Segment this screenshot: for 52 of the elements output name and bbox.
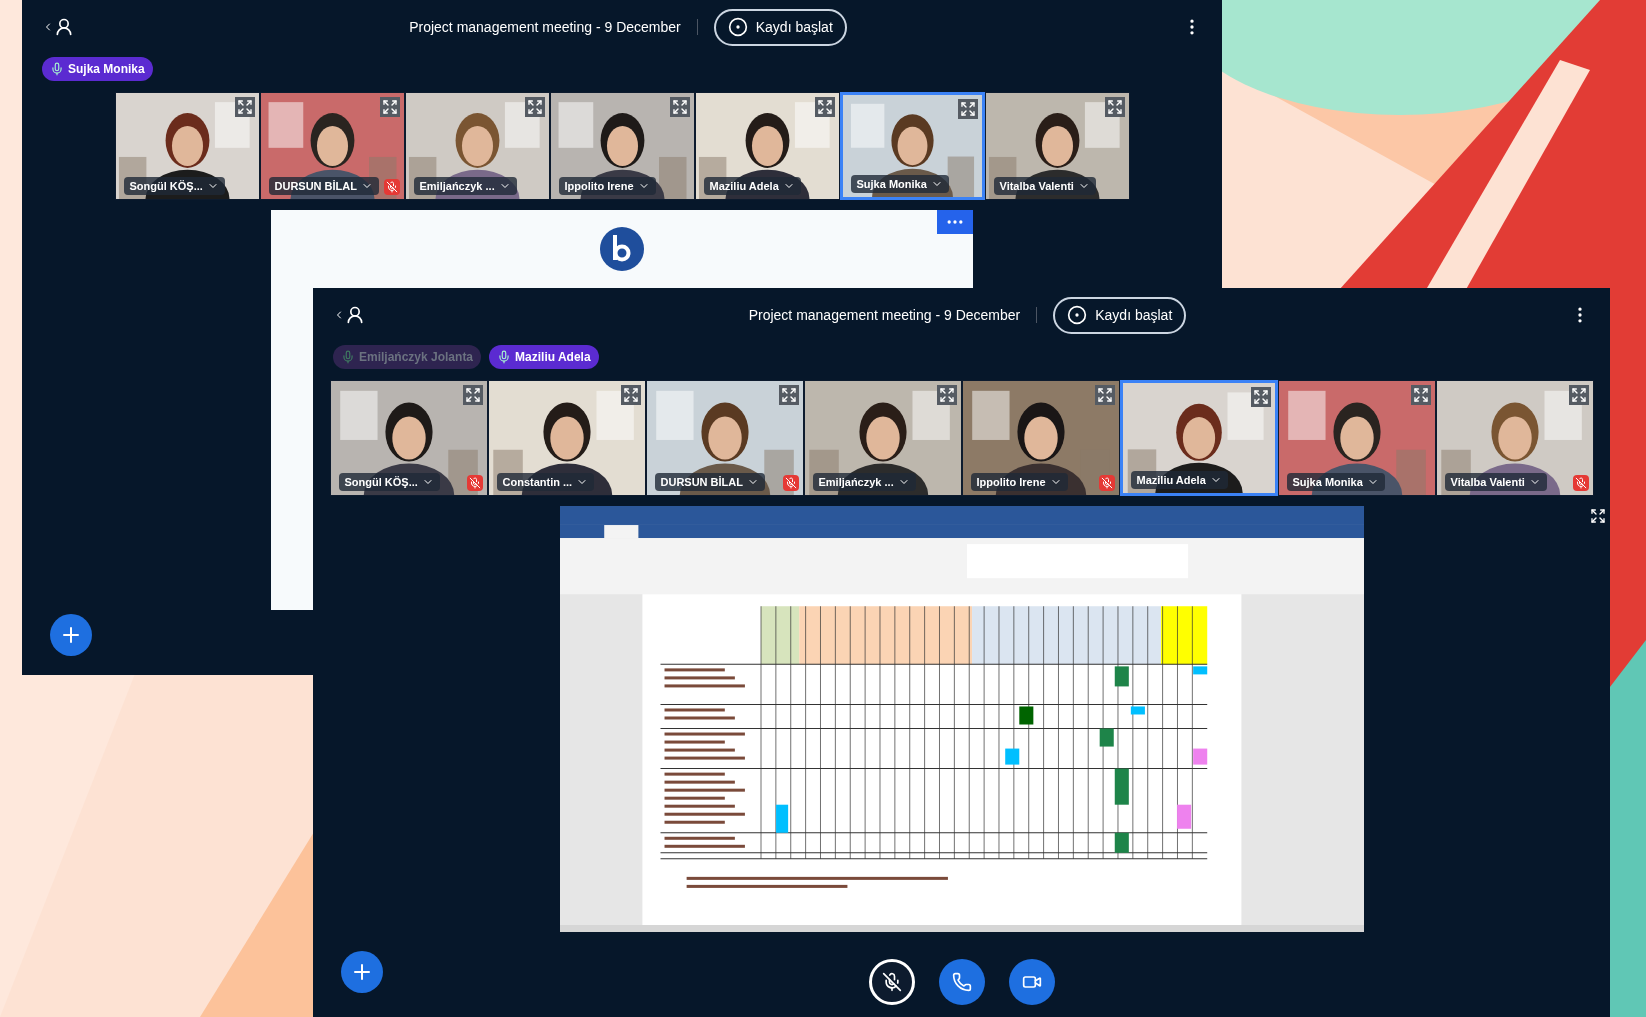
talker-name: Sujka Monika [68, 61, 145, 78]
talker-name: Maziliu Adela [515, 349, 591, 366]
fullscreen-icon[interactable] [379, 97, 400, 117]
fullscreen-icon[interactable] [524, 97, 545, 117]
phone-button[interactable] [938, 959, 985, 1005]
video-tile[interactable]: Sujka Monika [839, 92, 985, 200]
video-tile[interactable]: Songül KÖŞ... [114, 92, 260, 200]
video-tile[interactable]: DURSUN BİLAL [259, 92, 405, 200]
record-icon [727, 17, 748, 37]
mic-icon [50, 62, 64, 76]
fullscreen-icon[interactable] [1568, 385, 1589, 405]
video-tile[interactable]: DURSUN BİLAL [645, 380, 804, 496]
mic-icon [497, 350, 512, 364]
fullscreen-icon[interactable] [957, 99, 978, 119]
fullscreen-icon[interactable] [1410, 385, 1431, 405]
fullscreen-icon[interactable] [462, 385, 483, 405]
video-tile[interactable]: Songül KÖŞ... [329, 380, 488, 496]
phone-icon [951, 972, 972, 992]
meeting-title: Project management meeting - 9 December [409, 17, 681, 37]
fullscreen-icon[interactable] [778, 385, 799, 405]
meeting-title: Project management meeting - 9 December [748, 305, 1021, 325]
more-options-icon[interactable] [937, 210, 973, 234]
video-tile[interactable]: Emiljańczyk ... [404, 92, 550, 200]
logo-icon [599, 226, 645, 272]
fullscreen-icon[interactable] [234, 97, 255, 117]
fullscreen-icon[interactable] [814, 97, 835, 117]
video-tile[interactable]: Sujka Monika [1277, 380, 1436, 496]
fullscreen-icon[interactable] [669, 97, 690, 117]
video-tile[interactable]: Constantin ... [487, 380, 646, 496]
fullscreen-icon[interactable] [1094, 385, 1115, 405]
video-tile[interactable]: Maziliu Adela [694, 92, 840, 200]
talker-name: Emiljańczyk Jolanta [359, 349, 474, 366]
video-tile[interactable]: Maziliu Adela [1119, 380, 1278, 496]
fullscreen-icon[interactable] [1250, 387, 1271, 407]
video-tile[interactable]: Ippolito Irene [549, 92, 695, 200]
record-button[interactable]: Kaydı başlat [713, 8, 847, 46]
unmute-button[interactable] [868, 959, 915, 1005]
mic-icon [341, 350, 355, 364]
video-tile[interactable]: Vitalba Valenti [1435, 380, 1594, 496]
camera-button[interactable] [1008, 959, 1055, 1005]
actions-button[interactable] [341, 951, 383, 993]
video-tile[interactable]: Vitalba Valenti [984, 92, 1130, 200]
video-tile[interactable]: Ippolito Irene [961, 380, 1120, 496]
video-tile[interactable]: Emiljańczyk ... [803, 380, 962, 496]
fullscreen-icon[interactable] [620, 385, 641, 405]
muted-mic-icon [881, 972, 902, 992]
fullscreen-icon[interactable] [936, 385, 957, 405]
record-button[interactable]: Kaydı başlat [1053, 296, 1187, 334]
record-icon [1067, 305, 1088, 325]
actions-button[interactable] [50, 614, 92, 656]
fullscreen-icon[interactable] [1104, 97, 1125, 117]
fullscreen-icon[interactable] [1590, 508, 1606, 524]
